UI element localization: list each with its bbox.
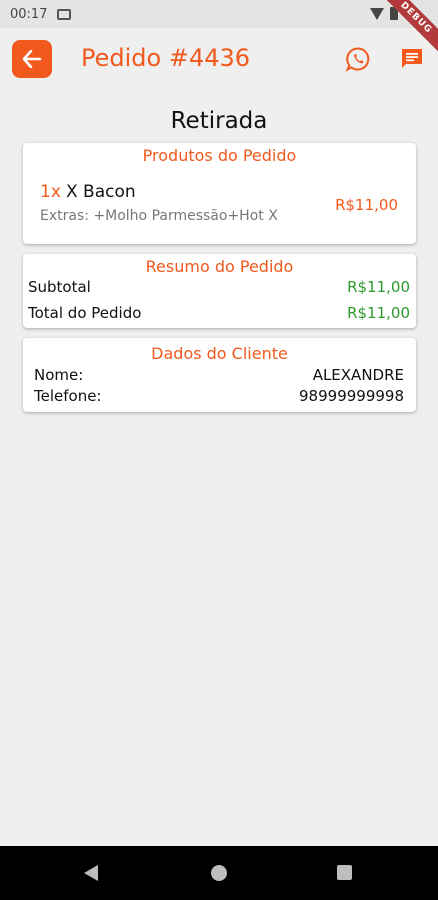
whatsapp-icon	[345, 47, 370, 72]
client-phone-value: 98999999998	[299, 387, 404, 405]
product-extras: Extras: +Molho Parmessão+Hot X	[40, 208, 278, 224]
app-bar: Pedido #4436	[0, 28, 438, 90]
product-name: X Bacon	[65, 182, 136, 202]
client-phone-label: Telefone:	[34, 387, 102, 405]
nav-home-icon[interactable]	[211, 865, 227, 881]
subtotal-value: R$11,00	[347, 278, 410, 296]
client-name-row: Nome: ALEXANDRE	[34, 366, 404, 384]
wifi-icon	[370, 7, 384, 20]
chat-button[interactable]	[398, 45, 426, 73]
total-row: Total do Pedido R$11,00	[28, 304, 410, 322]
nav-back-icon[interactable]	[84, 865, 98, 881]
client-card: Dados do Cliente Nome: ALEXANDRE Telefon…	[23, 338, 416, 412]
products-card: Produtos do Pedido 1x X Bacon Extras: +M…	[23, 143, 416, 244]
summary-card-title: Resumo do Pedido	[145, 257, 294, 276]
subtotal-label: Subtotal	[28, 278, 91, 296]
client-name-label: Nome:	[34, 366, 84, 384]
products-card-title: Produtos do Pedido	[142, 146, 297, 165]
system-nav-bar	[0, 846, 438, 900]
chat-message-icon	[402, 49, 422, 68]
product-price: R$11,00	[335, 196, 398, 214]
client-name-value: ALEXANDRE	[312, 366, 404, 384]
page-title: Pedido #4436	[81, 44, 251, 72]
sim-card-icon	[57, 8, 72, 20]
summary-card: Resumo do Pedido Subtotal R$11,00 Total …	[23, 254, 416, 328]
status-bar: 00:17	[0, 0, 438, 28]
product-quantity: 1x	[40, 182, 61, 202]
back-arrow-icon	[22, 50, 42, 68]
whatsapp-button[interactable]	[344, 45, 372, 73]
back-button[interactable]	[12, 40, 52, 78]
subtotal-row: Subtotal R$11,00	[28, 278, 410, 296]
client-phone-row: Telefone: 98999999998	[34, 387, 404, 405]
status-icons	[370, 7, 398, 20]
status-time: 00:17	[10, 6, 48, 22]
total-label: Total do Pedido	[28, 304, 142, 322]
nav-recents-icon[interactable]	[337, 865, 352, 880]
total-value: R$11,00	[347, 304, 410, 322]
client-card-title: Dados do Cliente	[151, 344, 288, 363]
order-type-heading: Retirada	[170, 108, 268, 134]
